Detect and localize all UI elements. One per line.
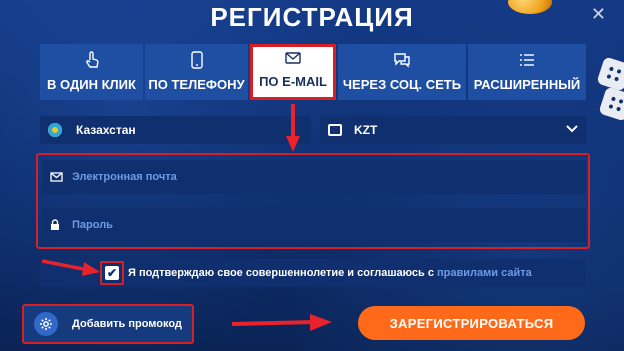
gear-icon xyxy=(34,312,58,336)
annotation-arrow-down xyxy=(286,104,300,152)
country-value: Казахстан xyxy=(76,123,136,137)
chat-bubbles-icon xyxy=(393,49,411,71)
close-icon[interactable]: ✕ xyxy=(591,4,606,25)
currency-value: KZT xyxy=(354,123,378,137)
annotation-arrow-right xyxy=(42,259,100,276)
envelope-icon xyxy=(285,47,301,68)
registration-tabs: В ОДИН КЛИК ПО ТЕЛЕФОНУ ПО E-MAIL ЧЕРЕЗ … xyxy=(40,44,586,100)
add-promo-button[interactable]: Добавить промокод xyxy=(22,304,194,344)
email-field[interactable]: Электронная почта xyxy=(42,160,586,194)
agreement-checkbox[interactable]: ✔ xyxy=(100,261,124,285)
currency-icon xyxy=(328,124,342,136)
agreement-label: Я подтверждаю свое совершеннолетие и сог… xyxy=(128,267,434,279)
tab-one-click[interactable]: В ОДИН КЛИК xyxy=(40,44,143,100)
tab-label: ЧЕРЕЗ СОЦ. СЕТЬ xyxy=(342,77,462,92)
promo-label: Добавить промокод xyxy=(72,318,182,330)
lock-icon xyxy=(50,219,64,231)
envelope-icon xyxy=(50,172,64,182)
tab-phone[interactable]: ПО ТЕЛЕФОНУ xyxy=(145,44,248,100)
agreement-text: Я подтверждаю свое совершеннолетие и сог… xyxy=(128,267,532,279)
email-placeholder: Электронная почта xyxy=(72,171,177,183)
chevron-down-icon xyxy=(566,122,578,136)
password-placeholder: Пароль xyxy=(72,219,113,231)
phone-icon xyxy=(190,49,203,71)
tab-social[interactable]: ЧЕРЕЗ СОЦ. СЕТЬ xyxy=(338,44,466,100)
tab-email[interactable]: ПО E-MAIL xyxy=(250,44,336,100)
checkmark-icon: ✔ xyxy=(105,266,119,280)
tab-label: ПО ТЕЛЕФОНУ xyxy=(148,77,245,92)
tab-label: ПО E-MAIL xyxy=(259,74,327,89)
currency-select[interactable]: KZT xyxy=(320,116,586,144)
tab-label: РАСШИРЕННЫЙ xyxy=(473,77,581,92)
kazakhstan-flag-icon xyxy=(48,123,62,137)
site-rules-link[interactable]: правилами сайта xyxy=(437,267,532,279)
tab-label: В ОДИН КЛИК xyxy=(47,77,136,92)
tab-extended[interactable]: РАСШИРЕННЫЙ xyxy=(468,44,586,100)
password-field[interactable]: Пароль xyxy=(42,208,586,242)
country-select[interactable]: Казахстан xyxy=(40,116,310,144)
annotation-arrow-right xyxy=(232,314,332,331)
dialog-title: РЕГИСТРАЦИЯ xyxy=(210,2,414,32)
pointer-hand-icon xyxy=(85,49,99,71)
list-icon xyxy=(519,49,535,71)
register-button[interactable]: ЗАРЕГИСТРИРОВАТЬСЯ xyxy=(358,306,585,340)
